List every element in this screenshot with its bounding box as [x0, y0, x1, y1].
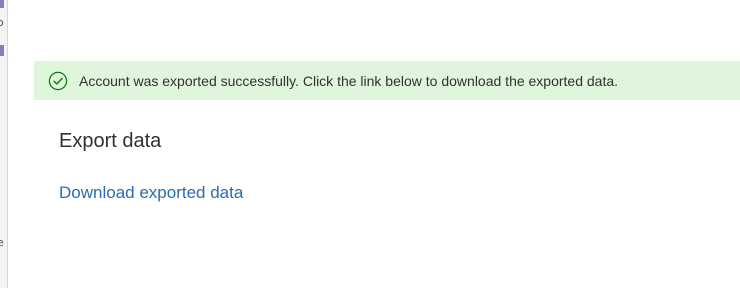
truncated-text: ·: [0, 172, 1, 185]
truncated-text: e: [0, 236, 4, 249]
truncated-text: o: [0, 16, 4, 29]
check-circle-icon: [48, 71, 68, 90]
accent-marker: [0, 0, 4, 8]
background-panel-edge: o · e: [0, 0, 8, 288]
accent-marker: [0, 45, 4, 56]
export-data-heading: Export data: [59, 130, 162, 152]
success-banner: Account was exported successfully. Click…: [34, 61, 740, 100]
success-message: Account was exported successfully. Click…: [79, 72, 619, 89]
download-exported-data-link[interactable]: Download exported data: [59, 183, 243, 203]
export-data-page: o · e Account was exported successfully.…: [0, 0, 740, 288]
